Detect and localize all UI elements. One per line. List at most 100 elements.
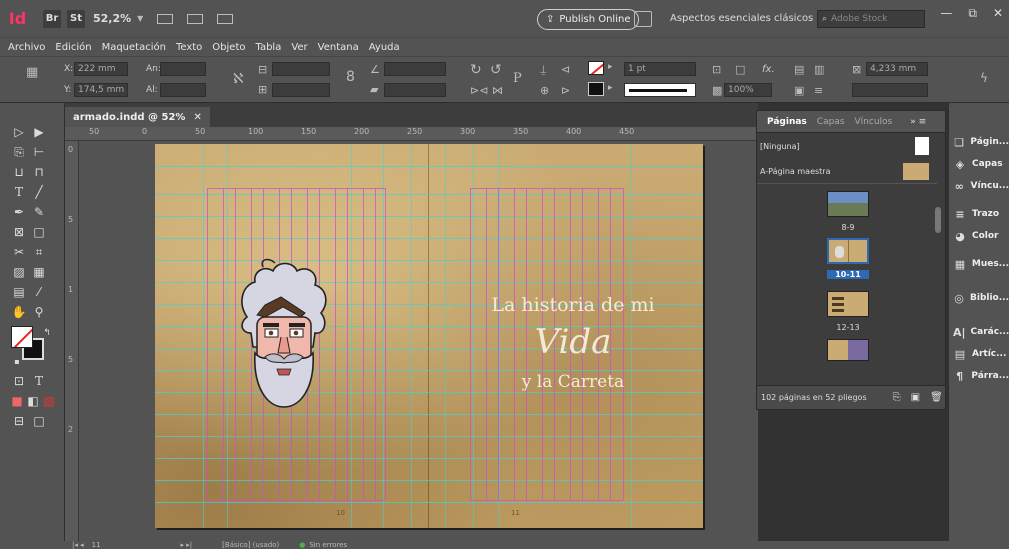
vertical-ruler[interactable]: 0 5 1 5 2 bbox=[65, 141, 79, 541]
stock-button[interactable]: St bbox=[67, 9, 85, 28]
preflight-status[interactable]: Sin errores bbox=[309, 541, 347, 549]
horizontal-guide[interactable] bbox=[155, 436, 703, 437]
type-tool[interactable]: T bbox=[10, 184, 28, 200]
dock-vinculos[interactable]: ∞ Víncu... bbox=[953, 177, 1009, 195]
master-a[interactable]: A-Página maestra bbox=[757, 160, 937, 182]
stroke-arrow-icon[interactable]: ▸ bbox=[608, 83, 613, 93]
gradient-swatch-tool[interactable]: ▨ bbox=[10, 264, 28, 280]
reference-point-icon[interactable]: ▦ bbox=[26, 65, 38, 80]
dock-articulos[interactable]: ▤ Artíc... bbox=[953, 345, 1009, 363]
workspace-switcher[interactable]: Aspectos esenciales clásicos ⌄ bbox=[670, 13, 825, 24]
spread-label-10-11[interactable]: 10-11 bbox=[827, 270, 869, 279]
menu-objeto[interactable]: Objeto bbox=[212, 42, 245, 53]
fill-color-icon[interactable] bbox=[11, 326, 33, 348]
horizontal-guide[interactable] bbox=[155, 458, 703, 459]
scale-y-icon[interactable]: ⊞ bbox=[258, 83, 267, 96]
page-style[interactable]: [Básico] (usado) bbox=[222, 541, 279, 549]
horizontal-guide[interactable] bbox=[155, 166, 703, 167]
page-size-icon[interactable]: ⎘ bbox=[893, 392, 901, 403]
horizontal-guide[interactable] bbox=[155, 238, 703, 239]
eyedropper-tool[interactable]: ⁄ bbox=[30, 284, 48, 300]
object-style-select[interactable] bbox=[852, 83, 928, 97]
quick-apply-icon[interactable]: ϟ bbox=[980, 71, 988, 85]
flip-vertical-icon[interactable]: ⋈ bbox=[492, 84, 503, 97]
new-page-icon[interactable]: ▣ bbox=[911, 392, 920, 403]
vertical-guide[interactable] bbox=[227, 144, 228, 528]
tab-paginas[interactable]: Páginas bbox=[767, 117, 807, 127]
shear-icon[interactable]: ▰ bbox=[370, 83, 378, 96]
zoom-level[interactable]: 52,2% bbox=[93, 12, 131, 25]
publish-online-button[interactable]: ⇪ Publish Online bbox=[537, 9, 640, 30]
menu-maquetacion[interactable]: Maquetación bbox=[102, 42, 166, 53]
width-field[interactable] bbox=[160, 62, 206, 76]
vertical-guide[interactable] bbox=[445, 144, 446, 528]
stock-search-input[interactable]: ⌕ Adobe Stock bbox=[817, 10, 925, 28]
y-field[interactable]: 174,5 mm bbox=[74, 83, 128, 97]
view-options-icon[interactable] bbox=[157, 13, 174, 24]
scissors-tool[interactable]: ✂ bbox=[10, 244, 28, 260]
default-colors-icon[interactable]: ▪ bbox=[8, 353, 26, 369]
vertical-guide[interactable] bbox=[203, 144, 204, 528]
select-content-icon[interactable]: ⊕ bbox=[540, 84, 549, 97]
select-next-icon[interactable]: ⊳ bbox=[561, 84, 570, 97]
formatting-text-icon[interactable]: T bbox=[30, 373, 48, 389]
horizontal-ruler[interactable]: 50 0 50 100 150 200 250 300 350 400 450 bbox=[65, 127, 758, 141]
dock-bibliotecas[interactable]: ◎ Biblio... bbox=[953, 289, 1009, 307]
height-field[interactable] bbox=[160, 83, 206, 97]
rectangle-tool[interactable]: □ bbox=[30, 224, 48, 240]
panel-menu-icon[interactable]: » ≡ bbox=[910, 117, 926, 127]
selection-tool[interactable]: ▷ bbox=[10, 124, 28, 140]
tab-vinculos[interactable]: Vínculos bbox=[855, 117, 893, 127]
screen-mode-tool-icon[interactable]: □ bbox=[30, 413, 48, 429]
spread-thumb-12-13[interactable] bbox=[827, 291, 869, 317]
frame-fitting-icon[interactable]: ⊡ bbox=[712, 63, 721, 76]
swap-colors-icon[interactable]: ↰ bbox=[38, 325, 56, 341]
stroke-swatch[interactable] bbox=[588, 82, 604, 96]
rotate-ccw-icon[interactable]: ↺ bbox=[490, 62, 502, 78]
page-tool[interactable]: ⎘ bbox=[10, 144, 28, 160]
content-collector-tool[interactable]: ⊔ bbox=[10, 164, 28, 180]
menu-edicion[interactable]: Edición bbox=[55, 42, 91, 53]
horizontal-guide[interactable] bbox=[155, 502, 703, 503]
spread-thumb-8-9[interactable] bbox=[827, 191, 869, 217]
pencil-tool[interactable]: ✎ bbox=[30, 204, 48, 220]
line-tool[interactable]: ╱ bbox=[30, 184, 48, 200]
minimize-button[interactable]: — bbox=[940, 6, 952, 21]
spread-thumb-10-11[interactable] bbox=[827, 238, 869, 264]
menu-ventana[interactable]: Ventana bbox=[318, 42, 359, 53]
flip-horizontal-icon[interactable]: ⊳⊲ bbox=[470, 84, 488, 97]
scale-x-icon[interactable]: ⊟ bbox=[258, 63, 267, 76]
menu-texto[interactable]: Texto bbox=[176, 42, 202, 53]
menu-archivo[interactable]: Archivo bbox=[8, 42, 45, 53]
dock-parrafo[interactable]: ¶ Párra... bbox=[953, 367, 1009, 385]
gutter-field[interactable]: 4,233 mm bbox=[866, 62, 928, 76]
constrain-proportions-icon[interactable]: ℵ bbox=[233, 71, 243, 87]
close-tab-icon[interactable]: ✕ bbox=[193, 112, 201, 123]
text-wrap-alt-icon[interactable]: ▥ bbox=[814, 63, 824, 76]
title-line-3[interactable]: y la Carreta bbox=[473, 372, 673, 392]
stroke-type-select[interactable] bbox=[624, 83, 696, 97]
x-field[interactable]: 222 mm bbox=[74, 62, 128, 76]
pen-tool[interactable]: ✒ bbox=[10, 204, 28, 220]
bridge-button[interactable]: Br bbox=[43, 9, 61, 28]
vertical-guide[interactable] bbox=[411, 144, 412, 528]
gradient-feather-tool[interactable]: ▦ bbox=[30, 264, 48, 280]
rectangle-frame-tool[interactable]: ⊠ bbox=[10, 224, 28, 240]
pasteboard[interactable]: La historia de mi Vida y la Carreta 10 1… bbox=[79, 141, 758, 541]
arrange-documents-icon[interactable] bbox=[217, 13, 234, 24]
direct-selection-tool[interactable]: ▶ bbox=[30, 124, 48, 140]
horizontal-guide[interactable] bbox=[155, 216, 703, 217]
title-line-1[interactable]: La historia de mi bbox=[473, 294, 673, 316]
rotation-field[interactable] bbox=[384, 62, 446, 76]
zoom-tool[interactable]: ⚲ bbox=[30, 304, 48, 320]
shear-field[interactable] bbox=[384, 83, 446, 97]
formatting-container-icon[interactable]: ⊡ bbox=[10, 373, 28, 389]
menu-ayuda[interactable]: Ayuda bbox=[369, 42, 400, 53]
menu-ver[interactable]: Ver bbox=[291, 42, 307, 53]
dock-capas[interactable]: ◈ Capas bbox=[953, 155, 1009, 173]
gap-tool[interactable]: ⊢ bbox=[30, 144, 48, 160]
horizontal-guide[interactable] bbox=[155, 480, 703, 481]
dock-paginas[interactable]: ❏ Págin... bbox=[953, 133, 1009, 151]
chevron-down-icon[interactable]: ▼ bbox=[137, 14, 143, 23]
view-mode-icon[interactable]: ⊟ bbox=[10, 413, 28, 429]
